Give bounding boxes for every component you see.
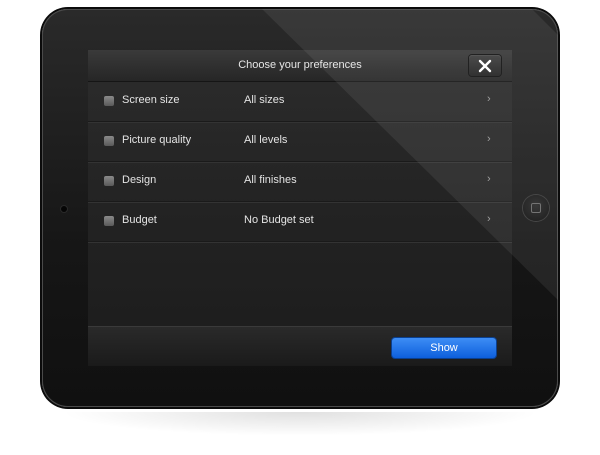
page-title: Choose your preferences bbox=[238, 59, 362, 71]
home-square-icon bbox=[531, 203, 541, 213]
chevron-right-icon: › bbox=[487, 213, 491, 225]
preference-label: Design bbox=[122, 174, 157, 186]
device-shadow bbox=[60, 412, 540, 436]
top-bar: Choose your preferences bbox=[88, 50, 512, 82]
close-button[interactable] bbox=[469, 55, 501, 76]
preference-label: Picture quality bbox=[122, 134, 192, 146]
preference-row-screen-size[interactable]: Screen size All sizes › bbox=[88, 81, 512, 122]
camera-icon bbox=[61, 206, 67, 212]
home-button[interactable] bbox=[523, 195, 549, 221]
preference-value: All levels bbox=[244, 134, 288, 146]
close-icon bbox=[478, 59, 492, 73]
preferences-screen: Choose your preferences Screen size All … bbox=[88, 50, 512, 366]
checkbox[interactable] bbox=[104, 136, 114, 146]
preference-row-budget[interactable]: Budget No Budget set › bbox=[88, 201, 512, 242]
checkbox[interactable] bbox=[104, 216, 114, 226]
chevron-right-icon: › bbox=[487, 173, 491, 185]
preference-value: No Budget set bbox=[244, 214, 314, 226]
preference-value: All finishes bbox=[244, 174, 297, 186]
bottom-bar: Show bbox=[88, 326, 512, 366]
chevron-right-icon: › bbox=[487, 93, 491, 105]
preference-label: Screen size bbox=[122, 94, 180, 106]
chevron-right-icon: › bbox=[487, 133, 491, 145]
preference-row-picture-quality[interactable]: Picture quality All levels › bbox=[88, 121, 512, 162]
checkbox[interactable] bbox=[104, 96, 114, 106]
show-button[interactable]: Show bbox=[392, 338, 496, 358]
preference-value: All sizes bbox=[244, 94, 285, 106]
preference-row-design[interactable]: Design All finishes › bbox=[88, 161, 512, 202]
preference-label: Budget bbox=[122, 214, 157, 226]
checkbox[interactable] bbox=[104, 176, 114, 186]
